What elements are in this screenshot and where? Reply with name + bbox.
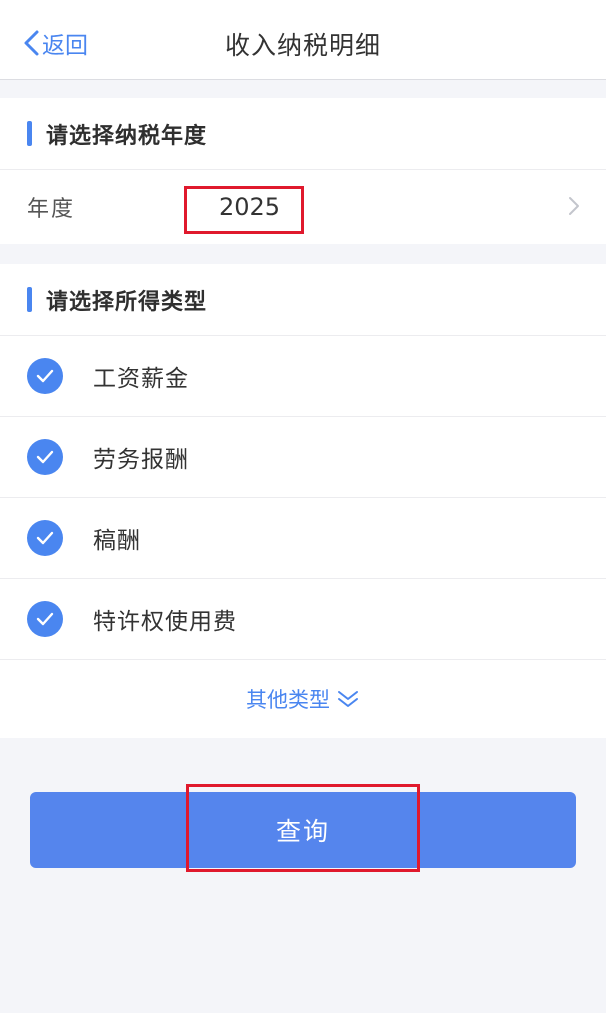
year-value: 2025 <box>219 193 281 221</box>
double-chevron-down-icon <box>338 691 358 707</box>
year-label: 年度 <box>27 197 76 222</box>
query-button-label: 查询 <box>275 817 330 846</box>
check-circle-icon[interactable] <box>27 601 63 637</box>
check-circle-icon[interactable] <box>27 520 63 556</box>
type-item-salary[interactable]: 工资薪金 <box>0 336 606 417</box>
type-item-labor-remuneration[interactable]: 劳务报酬 <box>0 417 606 498</box>
type-item-label: 稿酬 <box>93 528 141 554</box>
type-item-label: 劳务报酬 <box>93 447 189 473</box>
year-selector[interactable]: 年度 2025 <box>0 170 606 244</box>
type-item-royalty[interactable]: 特许权使用费 <box>0 579 606 660</box>
nav-bar: 返回 收入纳税明细 <box>0 0 606 80</box>
year-section-header: 请选择纳税年度 <box>0 98 606 170</box>
type-section-header: 请选择所得类型 <box>0 264 606 336</box>
other-types-label: 其他类型 <box>246 688 330 712</box>
type-item-label: 特许权使用费 <box>93 609 237 635</box>
type-section-title: 请选择所得类型 <box>46 289 208 315</box>
type-item-label: 工资薪金 <box>93 366 189 392</box>
other-types-toggle[interactable]: 其他类型 <box>0 660 606 738</box>
type-item-author-remuneration[interactable]: 稿酬 <box>0 498 606 579</box>
query-button[interactable]: 查询 <box>30 792 576 868</box>
section-marker <box>27 287 32 312</box>
section-marker <box>27 121 32 146</box>
chevron-right-icon <box>569 197 579 215</box>
year-section-title: 请选择纳税年度 <box>46 123 208 149</box>
check-circle-icon[interactable] <box>27 358 63 394</box>
type-section: 请选择所得类型 工资薪金 劳务报酬 稿酬 特许权使用费 其他类型 <box>0 264 606 738</box>
year-section: 请选择纳税年度 年度 2025 <box>0 98 606 244</box>
check-circle-icon[interactable] <box>27 439 63 475</box>
page-title: 收入纳税明细 <box>224 31 381 60</box>
